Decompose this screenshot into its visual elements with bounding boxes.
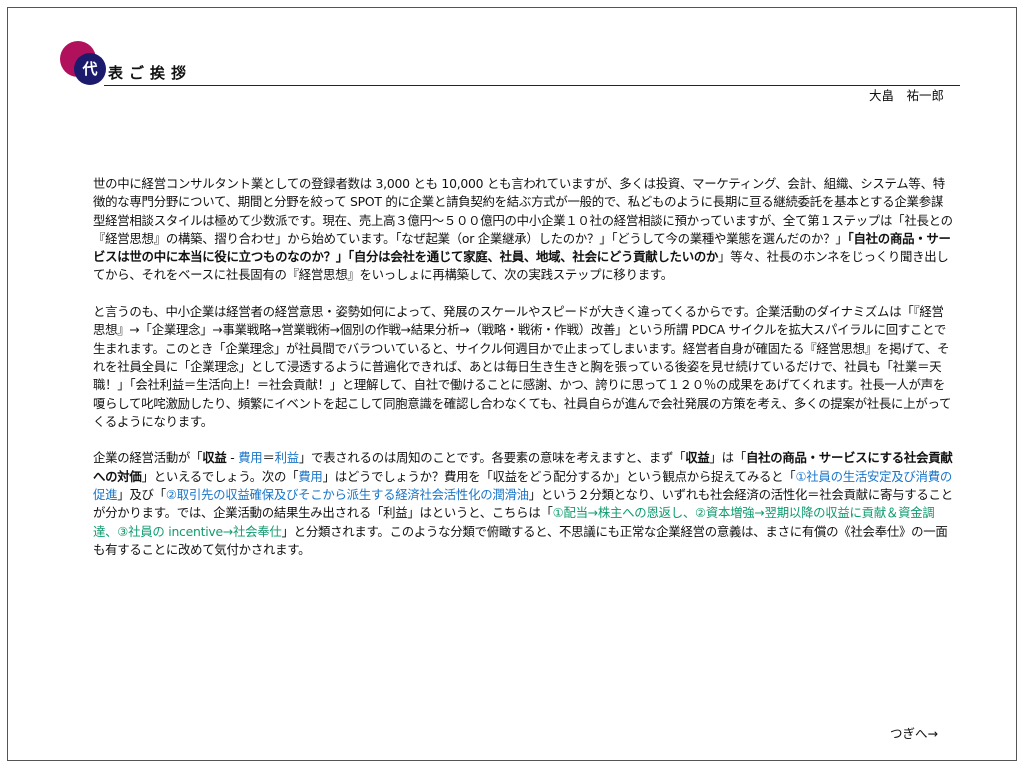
next-page-link[interactable]: つぎへ→ [890,726,938,742]
p1-text-1: 世の中に経営コンサルタント業としての登録者数は 3,000 とも 10,000 … [93,176,953,246]
p3-text: 」及び「 [117,487,166,503]
cost-category-2: ②取引先の収益確保及びそこから派生する経済社会活性化の潤滑油 [165,487,529,503]
p3-text: 」で表されるのは周知のことです。各要素の意味を考えますと、まず「 [298,450,686,466]
term-cost: 費用 [238,450,263,466]
term-profit: 利益 [274,450,300,466]
title-first-char: 代 [82,60,98,78]
p3-text: - [226,450,239,466]
p3-text: ＝ [262,450,275,466]
p3-text: 」はどうでしょうか？費用を「収益をどう配分するか」という観点から捉えてみると「 [322,468,796,484]
paragraph-1: 世の中に経営コンサルタント業としての登録者数は 3,000 とも 10,000 … [93,175,953,285]
p3-text: 」は「 [709,450,747,466]
title-underline [104,85,960,86]
paragraph-2: と言うのも、中小企業は経営者の経営意思・姿勢如何によって、発展のスケールやスピー… [93,304,952,429]
term-revenue: 収益 [202,450,227,466]
term-cost: 費用 [298,468,323,484]
p3-text: 」といえるでしょう。次の「 [141,468,299,484]
message-body: 世の中に経営コンサルタント業としての登録者数は 3,000 とも 10,000 … [93,175,953,578]
author-name: 大畠 祐一郎 [868,88,944,103]
p3-text: 企業の経営活動が「 [93,450,203,466]
paragraph-3: 企業の経営活動が「収益 - 費用＝利益」で表されるのは周知のことです。各要素の意… [93,449,953,559]
page-title: 表ご挨拶 [108,64,193,82]
term-revenue: 収益 [685,450,710,466]
